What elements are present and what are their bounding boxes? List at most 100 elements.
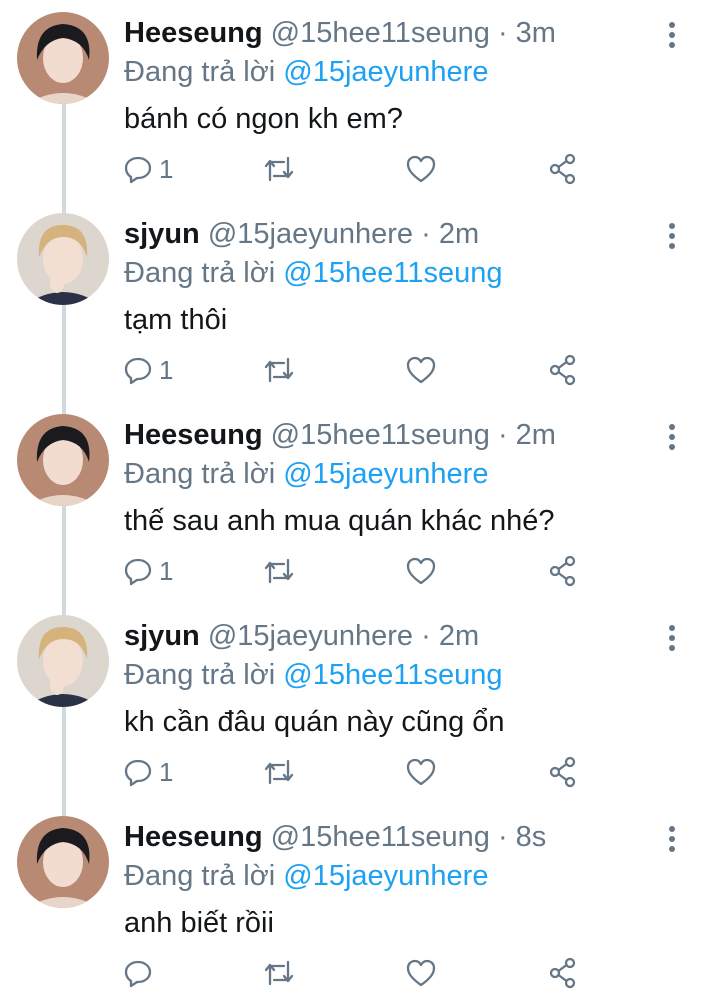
reply-button[interactable] <box>123 953 159 993</box>
avatar[interactable] <box>17 213 109 305</box>
share-button[interactable] <box>547 953 579 993</box>
thread-line <box>62 104 66 201</box>
share-button[interactable] <box>547 551 579 591</box>
more-vertical-icon[interactable] <box>660 822 684 858</box>
thread-line <box>62 707 66 804</box>
reply-count: 1 <box>159 354 174 385</box>
heart-icon <box>406 959 436 987</box>
tweet[interactable]: sjyun @15jaeyunhere · 2m Đang trả lời @1… <box>0 603 720 804</box>
avatar[interactable] <box>17 414 109 506</box>
retweet-icon <box>264 960 294 986</box>
mention-link[interactable]: @15hee11seung <box>283 659 502 691</box>
share-icon <box>549 354 576 386</box>
avatar[interactable] <box>17 816 109 908</box>
mention-link[interactable]: @15hee11seung <box>283 257 502 289</box>
retweet-button[interactable] <box>262 149 296 189</box>
reply-icon <box>124 156 152 184</box>
separator: · <box>497 419 508 451</box>
replying-to: Đang trả lời @15jaeyunhere <box>124 456 488 492</box>
share-icon <box>549 153 576 185</box>
tweet-header: sjyun @15jaeyunhere · 2m <box>124 618 479 654</box>
tweet[interactable]: Heeseung @15hee11seung · 3m Đang trả lời… <box>0 0 720 201</box>
display-name[interactable]: sjyun <box>124 620 200 652</box>
mention-link[interactable]: @15jaeyunhere <box>283 56 488 88</box>
like-button[interactable] <box>405 551 437 591</box>
tweet-actions <box>120 953 600 993</box>
retweet-button[interactable] <box>262 953 296 993</box>
thread-line <box>62 305 66 402</box>
retweet-button[interactable] <box>262 551 296 591</box>
more-vertical-icon[interactable] <box>660 18 684 54</box>
reply-thread: Heeseung @15hee11seung · 3m Đang trả lời… <box>0 0 720 1003</box>
replying-label: Đang trả lời <box>124 56 276 88</box>
tweet-header: sjyun @15jaeyunhere · 2m <box>124 216 479 252</box>
display-name[interactable]: Heeseung <box>124 419 263 451</box>
separator: · <box>421 218 431 250</box>
share-button[interactable] <box>547 752 579 792</box>
separator: · <box>421 620 431 652</box>
thread-line <box>62 804 66 816</box>
retweet-button[interactable] <box>262 752 296 792</box>
reply-button[interactable]: 1 <box>123 350 173 390</box>
retweet-button[interactable] <box>262 350 296 390</box>
replying-to: Đang trả lời @15hee11seung <box>124 657 502 693</box>
replying-to: Đang trả lời @15hee11seung <box>124 255 502 291</box>
avatar[interactable] <box>17 12 109 104</box>
timestamp[interactable]: 2m <box>439 218 479 250</box>
retweet-icon <box>264 759 294 785</box>
timestamp[interactable]: 3m <box>516 17 556 49</box>
timestamp[interactable]: 8s <box>516 821 547 853</box>
thread-line <box>62 506 66 603</box>
username[interactable]: @15hee11seung <box>271 17 490 49</box>
share-button[interactable] <box>547 149 579 189</box>
username[interactable]: @15hee11seung <box>271 821 490 853</box>
reply-button[interactable]: 1 <box>123 752 173 792</box>
separator: · <box>497 821 508 853</box>
timestamp[interactable]: 2m <box>516 419 556 451</box>
replying-label: Đang trả lời <box>124 458 276 490</box>
replying-label: Đang trả lời <box>124 659 276 691</box>
timestamp[interactable]: 2m <box>439 620 479 652</box>
separator: · <box>497 17 508 49</box>
share-icon <box>549 756 576 788</box>
tweet-actions: 1 <box>120 551 600 591</box>
like-button[interactable] <box>405 953 437 993</box>
display-name[interactable]: Heeseung <box>124 821 263 853</box>
like-button[interactable] <box>405 752 437 792</box>
mention-link[interactable]: @15jaeyunhere <box>283 860 488 892</box>
reply-icon <box>124 759 152 787</box>
mention-link[interactable]: @15jaeyunhere <box>283 458 488 490</box>
like-button[interactable] <box>405 149 437 189</box>
like-button[interactable] <box>405 350 437 390</box>
more-vertical-icon[interactable] <box>660 420 684 456</box>
retweet-icon <box>264 156 294 182</box>
tweet[interactable]: sjyun @15jaeyunhere · 2m Đang trả lời @1… <box>0 201 720 402</box>
reply-icon <box>124 357 152 385</box>
tweet-text: kh cần đâu quán này cũng ổn <box>124 706 505 738</box>
username[interactable]: @15hee11seung <box>271 419 490 451</box>
replying-to: Đang trả lời @15jaeyunhere <box>124 858 488 894</box>
reply-button[interactable]: 1 <box>123 149 173 189</box>
display-name[interactable]: Heeseung <box>124 17 263 49</box>
tweet-header: Heeseung @15hee11seung · 8s <box>124 819 546 855</box>
share-button[interactable] <box>547 350 579 390</box>
avatar[interactable] <box>17 615 109 707</box>
heart-icon <box>406 155 436 183</box>
tweet[interactable]: Heeseung @15hee11seung · 2m Đang trả lời… <box>0 402 720 603</box>
tweet-header: Heeseung @15hee11seung · 2m <box>124 417 556 453</box>
username[interactable]: @15jaeyunhere <box>208 218 413 250</box>
reply-button[interactable]: 1 <box>123 551 173 591</box>
share-icon <box>549 957 576 989</box>
tweet-text: bánh có ngon kh em? <box>124 103 403 135</box>
tweet-actions: 1 <box>120 350 600 390</box>
tweet-header: Heeseung @15hee11seung · 3m <box>124 15 556 51</box>
more-vertical-icon[interactable] <box>660 621 684 657</box>
more-vertical-icon[interactable] <box>660 219 684 255</box>
reply-count: 1 <box>159 555 174 586</box>
display-name[interactable]: sjyun <box>124 218 200 250</box>
username[interactable]: @15jaeyunhere <box>208 620 413 652</box>
tweet-actions: 1 <box>120 149 600 189</box>
tweet[interactable]: Heeseung @15hee11seung · 8s Đang trả lời… <box>0 804 720 1003</box>
replying-label: Đang trả lời <box>124 257 276 289</box>
thread-line <box>62 201 66 213</box>
